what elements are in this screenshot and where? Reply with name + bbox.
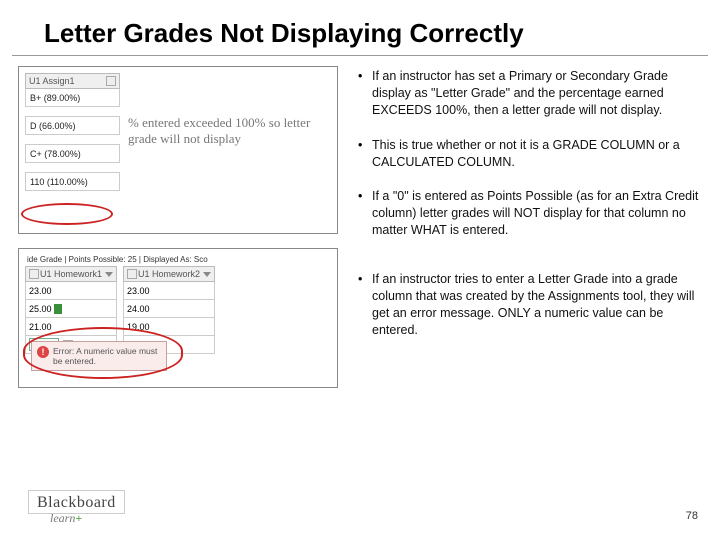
grade-row: 110 (110.00%) bbox=[25, 173, 120, 191]
grade-cell: 23.00 bbox=[123, 282, 215, 300]
brand-name: Blackboard bbox=[37, 494, 116, 511]
menu-icon bbox=[106, 76, 116, 86]
page-title: Letter Grades Not Displaying Correctly bbox=[12, 0, 708, 56]
error-message-box: ! Error: A numeric value must be entered… bbox=[31, 341, 167, 371]
grade-cell: 21.00 bbox=[25, 318, 117, 336]
annotation-text: % entered exceeded 100% so letter grade … bbox=[128, 73, 331, 227]
homework-header: U1 Homework2 bbox=[123, 266, 215, 282]
highlight-oval-icon bbox=[21, 203, 113, 225]
grade-row-gap bbox=[25, 135, 120, 145]
homework-col-title: U1 Homework1 bbox=[40, 269, 102, 279]
grade-cell: 24.00 bbox=[123, 300, 215, 318]
brand-logo: Blackboard learn+ bbox=[28, 490, 125, 524]
bullet-item: This is true whether or not it is a GRAD… bbox=[352, 137, 702, 171]
grade-column-header: U1 Assign1 bbox=[25, 73, 120, 89]
bullet-list: If an instructor has set a Primary or Se… bbox=[352, 68, 702, 339]
error-text: Error: A numeric value must be entered. bbox=[53, 346, 161, 366]
brand-plus: + bbox=[75, 511, 82, 525]
grade-value: 19.00 bbox=[127, 322, 150, 332]
left-column: U1 Assign1 B+ (89.00%) D (66.00%) C+ (78… bbox=[18, 66, 338, 388]
grade-row: B+ (89.00%) bbox=[25, 89, 120, 107]
page-number: 78 bbox=[686, 510, 698, 522]
status-icon bbox=[54, 304, 62, 314]
grade-column-title: U1 Assign1 bbox=[29, 76, 75, 86]
grade-column: U1 Assign1 B+ (89.00%) D (66.00%) C+ (78… bbox=[25, 73, 120, 227]
grade-row-gap bbox=[25, 163, 120, 173]
frame2-topline: ide Grade | Points Possible: 25 | Displa… bbox=[25, 255, 331, 266]
grade-value: 23.00 bbox=[127, 286, 150, 296]
grade-row-gap bbox=[25, 107, 120, 117]
menu-icon bbox=[127, 269, 137, 279]
grade-cell: 19.00 bbox=[123, 318, 215, 336]
homework-header: U1 Homework1 bbox=[25, 266, 117, 282]
grade-value: 23.00 bbox=[29, 286, 52, 296]
right-column: If an instructor has set a Primary or Se… bbox=[352, 66, 702, 388]
bullet-item: If an instructor has set a Primary or Se… bbox=[352, 68, 702, 119]
content-area: U1 Assign1 B+ (89.00%) D (66.00%) C+ (78… bbox=[0, 66, 720, 388]
homework-col-title: U1 Homework2 bbox=[138, 269, 200, 279]
bullet-item: If a "0" is entered as Points Possible (… bbox=[352, 188, 702, 239]
grade-value: 21.00 bbox=[29, 322, 52, 332]
bullet-item: If an instructor tries to enter a Letter… bbox=[352, 271, 702, 339]
chevron-down-icon bbox=[105, 272, 113, 277]
menu-icon bbox=[29, 269, 39, 279]
grade-value: 24.00 bbox=[127, 304, 150, 314]
grade-row: D (66.00%) bbox=[25, 117, 120, 135]
error-icon: ! bbox=[37, 346, 49, 358]
brand-sub: learn bbox=[50, 511, 75, 525]
grade-row: C+ (78.00%) bbox=[25, 145, 120, 163]
chevron-down-icon bbox=[203, 272, 211, 277]
screenshot-frame-2: ide Grade | Points Possible: 25 | Displa… bbox=[18, 248, 338, 388]
grade-cell: 25.00 bbox=[25, 300, 117, 318]
screenshot-frame-1: U1 Assign1 B+ (89.00%) D (66.00%) C+ (78… bbox=[18, 66, 338, 234]
grade-cell: 23.00 bbox=[25, 282, 117, 300]
grade-value: 25.00 bbox=[29, 304, 52, 314]
